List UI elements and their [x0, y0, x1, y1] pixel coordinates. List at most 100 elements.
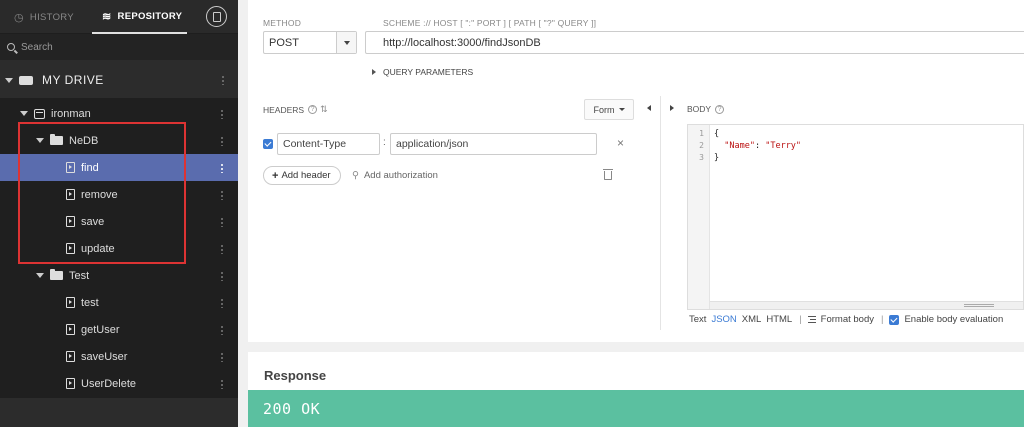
- more-icon[interactable]: [221, 108, 223, 119]
- method-value: POST: [269, 36, 299, 49]
- more-icon[interactable]: [221, 162, 223, 173]
- more-icon[interactable]: [221, 351, 223, 362]
- more-icon[interactable]: [222, 75, 224, 85]
- format-json[interactable]: JSON: [711, 314, 736, 325]
- history-icon: ◷: [14, 11, 24, 24]
- header-row: Content-Type : application/json ×: [263, 133, 643, 155]
- tree-item-nedb[interactable]: NeDB: [0, 127, 238, 154]
- search-input[interactable]: Search: [0, 34, 238, 60]
- new-document-button[interactable]: [206, 6, 227, 27]
- tree-item-label: find: [81, 161, 99, 174]
- document-icon: [212, 11, 221, 22]
- more-icon[interactable]: [221, 135, 223, 146]
- form-mode-dropdown[interactable]: Form: [584, 99, 634, 120]
- format-xml[interactable]: XML: [742, 314, 762, 325]
- header-enabled-checkbox[interactable]: [263, 139, 273, 149]
- more-icon[interactable]: [221, 216, 223, 227]
- my-drive-header[interactable]: MY DRIVE: [0, 60, 238, 100]
- editor-scrollbar[interactable]: [710, 301, 1023, 309]
- chevron-down-icon: [618, 108, 625, 111]
- chevron-down-icon: [36, 138, 44, 143]
- header-separator: :: [383, 137, 386, 148]
- enable-eval-checkbox[interactable]: [889, 314, 900, 325]
- more-icon[interactable]: [221, 243, 223, 254]
- tree-item-test-folder[interactable]: Test: [0, 262, 238, 289]
- tab-history[interactable]: ◷ HISTORY: [14, 0, 74, 34]
- more-icon[interactable]: [221, 270, 223, 281]
- format-html[interactable]: HTML: [766, 314, 792, 325]
- header-name-input[interactable]: Content-Type: [277, 133, 380, 155]
- tree-item-label: test: [81, 296, 99, 309]
- tree-item-userdelete[interactable]: UserDelete: [0, 370, 238, 397]
- code-key: "Name": [724, 141, 755, 151]
- more-icon[interactable]: [221, 189, 223, 200]
- tree-item-saveuser[interactable]: saveUser: [0, 343, 238, 370]
- tree-item-getuser[interactable]: getUser: [0, 316, 238, 343]
- code-brace: }: [714, 153, 720, 163]
- query-parameters-toggle[interactable]: QUERY PARAMETERS: [372, 67, 473, 77]
- add-authorization-label: Add authorization: [363, 170, 438, 181]
- add-header-label: Add header: [281, 170, 331, 181]
- line-number: 2: [699, 141, 704, 150]
- header-value-input[interactable]: application/json: [390, 133, 597, 155]
- request-icon: [66, 324, 75, 335]
- tree-item-test[interactable]: test: [0, 289, 238, 316]
- remove-header-icon[interactable]: ×: [617, 136, 624, 150]
- body-title: BODY ?: [687, 104, 725, 114]
- search-icon: [7, 43, 15, 51]
- code-value: "Terry": [765, 141, 802, 151]
- enable-eval-label: Enable body evaluation: [904, 314, 1004, 325]
- request-icon: [66, 351, 75, 362]
- folder-icon: [50, 269, 63, 280]
- tree-item-save[interactable]: save: [0, 208, 238, 235]
- tree-item-label: save: [81, 215, 105, 228]
- sort-icon[interactable]: ⇅: [320, 104, 328, 115]
- more-icon[interactable]: [221, 297, 223, 308]
- tree-item-ironman[interactable]: ironman: [0, 100, 238, 127]
- more-icon[interactable]: [221, 378, 223, 389]
- trash-icon[interactable]: [603, 169, 613, 180]
- tree-item-label: UserDelete: [81, 377, 137, 390]
- dropdown-button[interactable]: [336, 32, 356, 53]
- tree-item-label: Test: [69, 269, 90, 282]
- code-separator: :: [754, 141, 766, 151]
- collapse-left-icon[interactable]: [647, 105, 651, 111]
- line-number: 1: [699, 129, 704, 138]
- tree-item-label: remove: [81, 188, 118, 201]
- tree-item-find[interactable]: find: [0, 154, 238, 181]
- help-icon[interactable]: ?: [715, 104, 725, 114]
- tree-item-update[interactable]: update: [0, 235, 238, 262]
- search-placeholder: Search: [21, 41, 53, 53]
- tree-item-label: NeDB: [69, 134, 99, 147]
- tree-item-label: ironman: [51, 107, 91, 120]
- method-select[interactable]: POST: [263, 31, 357, 54]
- format-text[interactable]: Text: [689, 314, 706, 325]
- tree-item-label: saveUser: [81, 350, 128, 363]
- add-authorization-button[interactable]: ⚲ Add authorization: [352, 170, 438, 181]
- help-icon[interactable]: ?: [308, 105, 318, 114]
- format-body-button[interactable]: Format body: [821, 314, 874, 325]
- sidebar-tabs: ◷ HISTORY ≋ REPOSITORY: [0, 0, 238, 34]
- body-editor[interactable]: 1 2 3 { "Name": "Terry"}: [687, 124, 1024, 310]
- query-parameters-label: QUERY PARAMETERS: [383, 67, 474, 77]
- add-header-button[interactable]: + Add header: [263, 166, 341, 185]
- project-icon: [34, 108, 45, 119]
- request-panel: METHOD SCHEME :// HOST [ ":" PORT ] [ PA…: [248, 0, 1024, 342]
- chevron-down-icon: [36, 273, 44, 278]
- body-label: BODY: [687, 104, 712, 114]
- request-icon: [66, 162, 75, 173]
- chevron-down-icon: [343, 40, 350, 45]
- response-panel: Response 200 OK: [248, 352, 1024, 427]
- tab-repository[interactable]: ≋ REPOSITORY: [92, 0, 187, 34]
- tree-item-label: update: [81, 242, 115, 255]
- key-icon: ⚲: [352, 170, 359, 181]
- chevron-down-icon: [20, 111, 28, 116]
- more-icon[interactable]: [221, 324, 223, 335]
- collapse-right-icon[interactable]: [670, 105, 674, 111]
- url-input[interactable]: http://localhost:3000/findJsonDB: [365, 31, 1024, 54]
- panel-divider[interactable]: [660, 96, 661, 330]
- chevron-down-icon: [5, 77, 13, 83]
- resize-handle-icon[interactable]: [964, 304, 994, 305]
- tree-item-remove[interactable]: remove: [0, 181, 238, 208]
- sidebar: ◷ HISTORY ≋ REPOSITORY Search MY DRIVE i…: [0, 0, 238, 427]
